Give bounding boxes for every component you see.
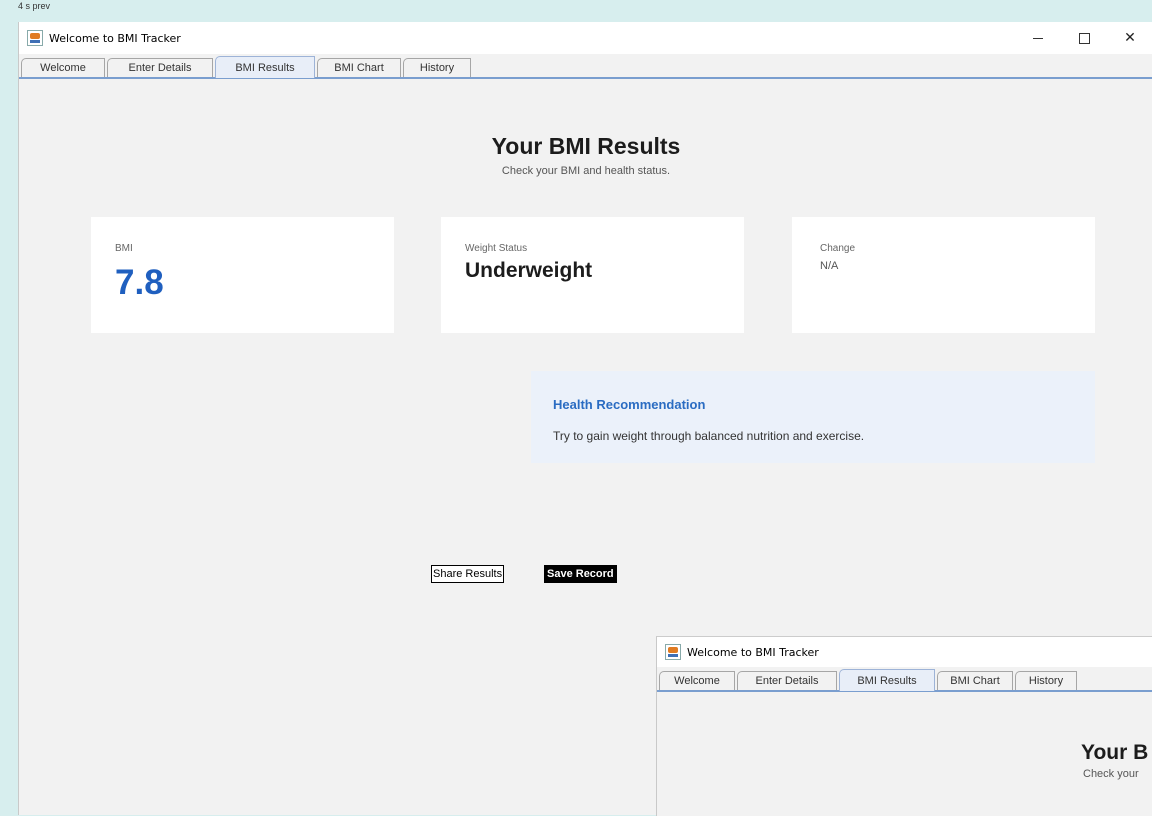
- bmi-card: BMI 7.8: [91, 217, 394, 333]
- bmi-value: 7.8: [115, 263, 164, 302]
- health-recommendation-box: Health Recommendation Try to gain weight…: [531, 371, 1095, 463]
- save-record-button[interactable]: Save Record: [544, 565, 617, 583]
- window-title: Welcome to BMI Tracker: [49, 31, 181, 45]
- recommendation-title: Health Recommendation: [553, 397, 706, 412]
- minimize-icon: [1033, 37, 1043, 39]
- second-page-title: Your B: [1081, 741, 1149, 764]
- maximize-icon: [1078, 32, 1090, 44]
- top-strip-text: 4 s prev: [18, 1, 51, 11]
- java-app-icon: [665, 644, 681, 660]
- tab-enter-details[interactable]: Enter Details: [107, 58, 213, 77]
- second-tab-bmi-chart[interactable]: BMI Chart: [937, 671, 1013, 690]
- recommendation-text: Try to gain weight through balanced nutr…: [553, 429, 865, 443]
- minimize-button[interactable]: [1015, 22, 1061, 54]
- share-results-button[interactable]: Share Results: [431, 565, 505, 583]
- second-window: Welcome to BMI Tracker Welcome Enter Det…: [656, 636, 1152, 816]
- window-controls: ✕: [1015, 22, 1152, 54]
- weight-status-value: Underweight: [465, 259, 593, 282]
- java-app-icon: [27, 30, 43, 46]
- change-label: Change: [820, 243, 856, 254]
- tab-bmi-chart[interactable]: BMI Chart: [317, 58, 401, 77]
- second-title-bar[interactable]: Welcome to BMI Tracker: [657, 637, 1152, 667]
- second-tab-bmi-results[interactable]: BMI Results: [839, 669, 935, 691]
- second-tab-history[interactable]: History: [1015, 671, 1077, 690]
- change-value: N/A: [820, 260, 839, 272]
- tab-history[interactable]: History: [403, 58, 471, 77]
- second-tab-enter-details[interactable]: Enter Details: [737, 671, 837, 690]
- page-subtitle: Check your BMI and health status.: [501, 165, 671, 177]
- title-bar[interactable]: Welcome to BMI Tracker ✕: [19, 22, 1152, 54]
- tab-bmi-results[interactable]: BMI Results: [215, 56, 315, 78]
- tab-welcome[interactable]: Welcome: [21, 58, 105, 77]
- close-icon: ✕: [1124, 30, 1136, 46]
- second-tab-strip: Welcome Enter Details BMI Results BMI Ch…: [657, 667, 1152, 692]
- desktop-top-strip: 4 s prev: [0, 0, 1152, 22]
- weight-status-label: Weight Status: [465, 243, 528, 254]
- second-page-subtitle: Check your: [1083, 768, 1139, 780]
- second-tab-welcome[interactable]: Welcome: [659, 671, 735, 690]
- tab-strip: Welcome Enter Details BMI Results BMI Ch…: [19, 54, 1152, 79]
- second-window-title: Welcome to BMI Tracker: [687, 645, 819, 659]
- page-title: Your BMI Results: [491, 133, 681, 159]
- close-button[interactable]: ✕: [1107, 22, 1152, 54]
- change-card: Change N/A: [792, 217, 1095, 333]
- bmi-label: BMI: [115, 243, 133, 254]
- maximize-button[interactable]: [1061, 22, 1107, 54]
- weight-status-card: Weight Status Underweight: [441, 217, 744, 333]
